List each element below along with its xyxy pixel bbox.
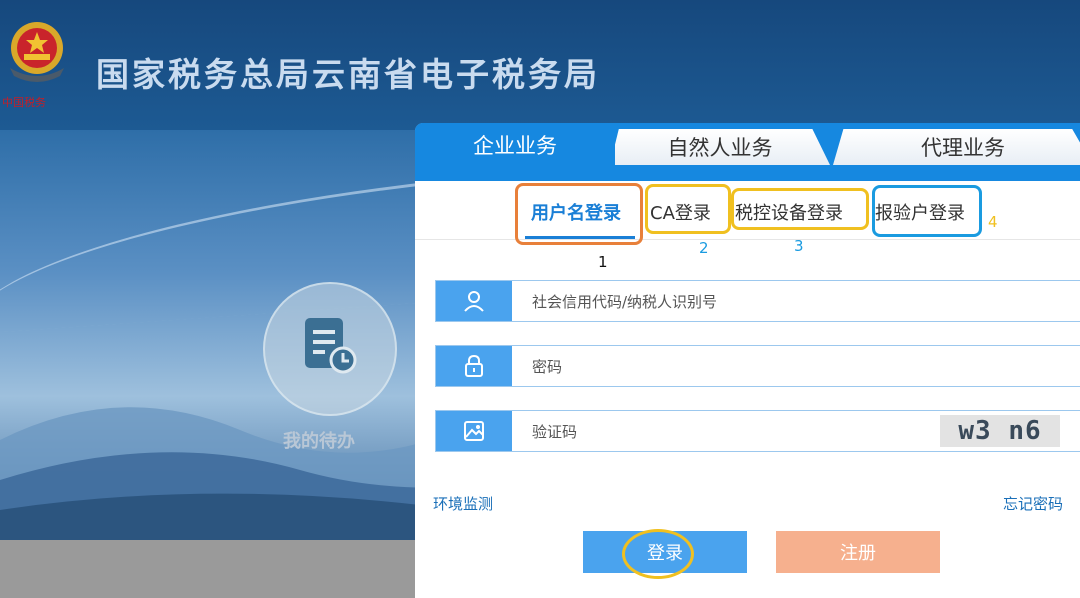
annotation-number-2: 2 xyxy=(699,239,709,257)
forgot-password-link[interactable]: 忘记密码 xyxy=(1003,493,1063,514)
taxpayer-id-input[interactable] xyxy=(530,281,934,323)
site-title: 国家税务总局云南省电子税务局 xyxy=(96,55,600,94)
tab-label: 自然人业务 xyxy=(667,136,773,160)
register-button-label: 注册 xyxy=(840,543,876,564)
annotation-number-3: 3 xyxy=(794,237,804,255)
business-tabbar: 代理业务 自然人业务 企业业务 xyxy=(415,123,1080,181)
register-button[interactable]: 注册 xyxy=(776,531,940,573)
todo-document-icon xyxy=(305,318,357,374)
header-bar: 中国税务 国家税务总局云南省电子税务局 xyxy=(0,0,1080,130)
captcha-field: w3 n6 xyxy=(435,410,1080,453)
user-icon xyxy=(464,291,484,312)
annotation-box-2 xyxy=(645,184,731,234)
tab-enterprise-business[interactable]: 企业业务 xyxy=(415,123,615,167)
todo-button[interactable] xyxy=(263,282,397,416)
tab-agent-business[interactable]: 代理业务 xyxy=(833,129,1080,165)
env-check-link[interactable]: 环境监测 xyxy=(433,493,493,514)
seal-text: 中国税务 xyxy=(2,96,46,109)
password-field xyxy=(435,345,1080,388)
field-icon-cell xyxy=(436,411,512,451)
annotation-box-1 xyxy=(515,183,643,245)
national-emblem-icon xyxy=(10,22,64,82)
todo-label: 我的待办 xyxy=(283,431,355,452)
taxpayer-id-field xyxy=(435,280,1080,323)
annotation-box-3 xyxy=(731,188,869,230)
field-icon-cell xyxy=(436,346,512,386)
field-icon-cell xyxy=(436,281,512,321)
annotation-number-1: 1 xyxy=(598,253,608,271)
password-input[interactable] xyxy=(530,346,934,388)
tab-label: 企业业务 xyxy=(473,134,557,158)
login-panel: 代理业务 自然人业务 企业业务 用户名登录 CA登录 税控设备登录 报验户登录 … xyxy=(415,123,1080,598)
lock-icon xyxy=(465,354,483,377)
captcha-input[interactable] xyxy=(530,411,914,453)
tab-individual-business[interactable]: 自然人业务 xyxy=(610,129,830,165)
image-icon xyxy=(464,421,484,441)
annotation-circle-login xyxy=(622,529,694,579)
annotation-number-4: 4 xyxy=(988,213,998,231)
annotation-box-4 xyxy=(872,185,982,237)
tab-label: 代理业务 xyxy=(921,136,1005,160)
captcha-image[interactable]: w3 n6 xyxy=(940,415,1060,447)
